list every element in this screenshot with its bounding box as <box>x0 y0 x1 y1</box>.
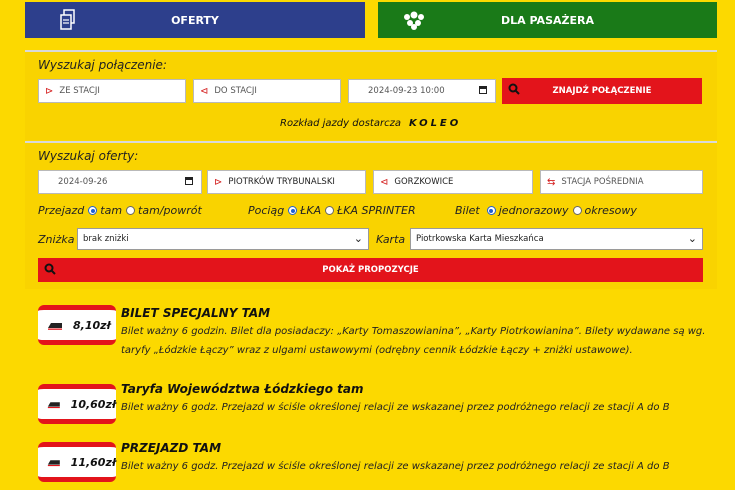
find-connection-label: ZNAJDŹ POŁĄCZENIE <box>552 86 652 96</box>
offer-description: Bilet ważny 6 godz. Przejazd w ściśle ok… <box>121 402 670 413</box>
offer-to-value: GORZKOWICE <box>394 177 454 187</box>
offer-title[interactable]: Taryfa Województwa Łódzkiego tam <box>121 382 364 396</box>
card-select[interactable]: Piotrkowska Karta Mieszkańca ⌄ <box>410 228 703 250</box>
trip-type-group: Przejazd tam tam/powrót <box>38 204 202 217</box>
via-station-input[interactable]: ⇆ STACJA POŚREDNIA <box>540 170 703 194</box>
offer-description: Bilet ważny 6 godz. Przejazd w ściśle ok… <box>121 461 670 472</box>
chevron-down-icon: ⌄ <box>353 232 363 245</box>
train-icon <box>47 460 60 467</box>
tab-oferty[interactable]: OFERTY <box>25 2 365 38</box>
radio-tam-powrot[interactable] <box>126 206 136 215</box>
discount-label: Zniżka <box>38 233 75 246</box>
search-icon <box>508 83 520 95</box>
tab-oferty-label: OFERTY <box>171 13 219 27</box>
radio-lka-label: ŁKA <box>300 204 322 217</box>
from-station-placeholder: ZE STACJI <box>59 86 100 96</box>
offer-from-value: PIOTRKÓW TRYBUNALSKI <box>228 177 335 187</box>
show-offers-button[interactable]: POKAŻ PROPOZYCJE <box>38 258 703 282</box>
people-group-icon <box>404 11 424 30</box>
tab-dla-pasazera[interactable]: DLA PASAŻERA <box>378 2 717 38</box>
via-station-placeholder: STACJA POŚREDNIA <box>561 177 644 187</box>
offer-price: 10,60zł <box>70 397 116 411</box>
radio-lka-sprinter-label: ŁKA SPRINTER <box>337 204 416 217</box>
offer-date-input[interactable]: 2024-09-26 <box>38 170 202 194</box>
radio-okresowy-label: okresowy <box>584 204 637 217</box>
radio-jednorazowy[interactable] <box>486 206 496 215</box>
station-via-icon: ⇆ <box>547 176 556 188</box>
discount-select[interactable]: brak zniżki ⌄ <box>77 228 369 250</box>
offer-price: 8,10zł <box>73 318 111 332</box>
ticket-type-group: Bilet jednorazowy okresowy <box>455 204 637 217</box>
offer-price: 11,60zł <box>70 455 116 469</box>
koleo-logo[interactable]: KOLEO <box>409 118 461 129</box>
offer-date-value: 2024-09-26 <box>58 177 108 187</box>
radio-tam[interactable] <box>88 206 98 215</box>
connection-datetime-value: 2024-09-23 10:00 <box>368 86 445 96</box>
document-icon <box>60 9 75 30</box>
discount-select-value: brak zniżki <box>83 234 129 244</box>
timetable-provider: Rozkład jazdy dostarcza KOLEO <box>280 118 480 129</box>
find-connection-button[interactable]: ZNAJDŹ POŁĄCZENIE <box>502 78 702 104</box>
train-icon <box>48 323 62 330</box>
offer-description: Bilet ważny 6 godzin. Bilet dla posiadac… <box>121 326 706 356</box>
calendar-icon[interactable] <box>185 177 193 185</box>
radio-jednorazowy-label: jednorazowy <box>498 204 569 217</box>
show-offers-label: POKAŻ PROPOZYCJE <box>322 265 419 275</box>
offer-title[interactable]: BILET SPECJALNY TAM <box>121 306 270 320</box>
ticket-type-label: Bilet <box>455 204 480 217</box>
from-station-input[interactable]: ⊳ ZE STACJI <box>38 79 186 103</box>
connection-section-title: Wyszukaj połączenie: <box>38 58 167 72</box>
station-from-icon: ⊳ <box>214 176 223 188</box>
offer-from-input[interactable]: ⊳ PIOTRKÓW TRYBUNALSKI <box>207 170 366 194</box>
calendar-icon[interactable] <box>479 86 487 94</box>
offer-price-badge: 11,60zł <box>38 442 116 482</box>
card-label: Karta <box>376 233 406 246</box>
trip-type-label: Przejazd <box>38 204 85 217</box>
timetable-provider-text: Rozkład jazdy dostarcza <box>280 118 401 129</box>
to-station-input[interactable]: ⊲ DO STACJI <box>193 79 341 103</box>
radio-tam-label: tam <box>100 204 123 217</box>
radio-lka-sprinter[interactable] <box>325 206 335 215</box>
offer-title[interactable]: PRZEJAZD TAM <box>121 441 221 455</box>
offer-price-badge: 10,60zł <box>38 384 116 424</box>
station-to-icon: ⊲ <box>380 176 389 188</box>
radio-okresowy[interactable] <box>572 206 582 215</box>
to-station-placeholder: DO STACJI <box>214 86 257 96</box>
chevron-down-icon: ⌄ <box>687 232 697 245</box>
tab-dla-pasazera-label: DLA PASAŻERA <box>501 13 594 27</box>
search-icon <box>44 263 56 275</box>
offer-price-badge: 8,10zł <box>38 305 116 345</box>
offers-section-title: Wyszukaj oferty: <box>38 149 139 163</box>
connection-datetime-input[interactable]: 2024-09-23 10:00 <box>348 79 496 103</box>
card-select-value: Piotrkowska Karta Mieszkańca <box>416 234 544 244</box>
train-type-group: Pociąg ŁKA ŁKA SPRINTER <box>248 204 416 217</box>
radio-lka[interactable] <box>288 206 298 215</box>
offer-to-input[interactable]: ⊲ GORZKOWICE <box>373 170 533 194</box>
train-icon <box>47 402 60 409</box>
train-type-label: Pociąg <box>248 204 285 217</box>
station-from-icon: ⊳ <box>45 85 54 97</box>
station-to-icon: ⊲ <box>200 85 209 97</box>
radio-tam-powrot-label: tam/powrót <box>138 204 202 217</box>
